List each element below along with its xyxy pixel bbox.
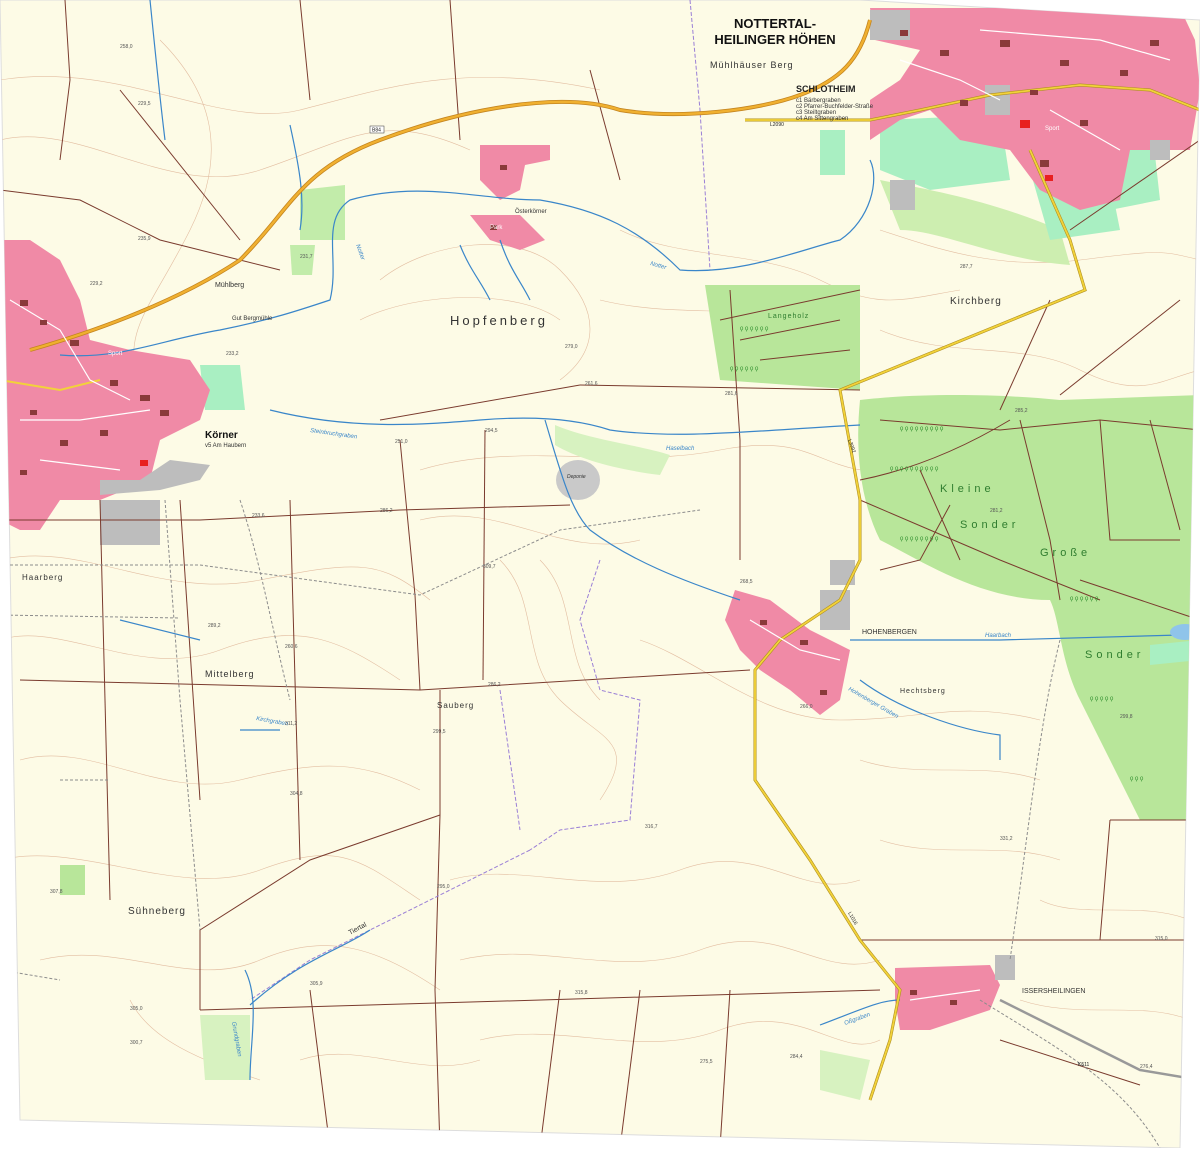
- label-kirchberg: Kirchberg: [950, 296, 1002, 307]
- elevation-point: 229,2: [90, 281, 103, 287]
- road-number-b84: B84: [372, 128, 381, 134]
- elevation-point: 304,8: [290, 791, 303, 797]
- svg-text:ϙ ϙ ϙ ϙ ϙ ϙ: ϙ ϙ ϙ ϙ ϙ ϙ: [730, 366, 759, 372]
- elevation-point: 294,5: [485, 428, 498, 434]
- region-title-line1: NOTTERTAL-: [734, 16, 816, 31]
- label-issersheilingen[interactable]: ISSERSHEILINGEN: [1022, 988, 1085, 995]
- pond: [1170, 624, 1200, 640]
- label-gut-bergmuhle: Gut Bergmühle: [232, 316, 273, 322]
- label-hopfenberg: Hopfenberg: [450, 313, 548, 328]
- road-number-k511: K511: [1078, 1062, 1090, 1068]
- elevation-point: 286,2: [380, 508, 393, 514]
- elevation-point: 229,5: [138, 101, 151, 107]
- elevation-point: 331,2: [1000, 836, 1013, 842]
- elevation-point: 266,0: [800, 704, 813, 710]
- elevation-point: 305,0: [130, 1006, 143, 1012]
- label-haselbach: Haselbach: [666, 446, 695, 452]
- elevation-point: 299,8: [1120, 714, 1133, 720]
- elevation-point: 251,0: [395, 439, 408, 445]
- label-kleine: Kleine: [940, 483, 995, 495]
- label-muhlhauser-berg: Mühlhäuser Berg: [710, 60, 794, 70]
- elevation-point: 233,6: [252, 513, 265, 519]
- region-title-line2: HEILINGER HÖHEN: [714, 32, 835, 47]
- label-grosse: Große: [1040, 547, 1091, 559]
- elevation-point: 289,2: [208, 623, 221, 629]
- elevation-point: 295,0: [437, 884, 450, 890]
- elevation-point: 281,6: [725, 391, 738, 397]
- label-sport-schlotheim: Sport: [1045, 126, 1060, 132]
- elevation-point: 261,6: [585, 381, 598, 387]
- label-sonder-1: Sonder: [960, 519, 1019, 531]
- label-hechtsberg: Hechtsberg: [900, 688, 946, 695]
- elevation-point: 268,5: [740, 579, 753, 585]
- elevation-point: 286,2: [488, 682, 501, 688]
- svg-text:ϙ ϙ ϙ ϙ ϙ ϙ: ϙ ϙ ϙ ϙ ϙ ϙ: [740, 326, 769, 332]
- label-mittelberg: Mittelberg: [205, 669, 255, 679]
- elevation-point: 315,0: [1155, 936, 1168, 942]
- elevation-point: 316,7: [645, 824, 658, 830]
- elevation-point: 275,5: [700, 1059, 713, 1065]
- elevation-point: 233,2: [226, 351, 239, 357]
- elevation-point: 315,8: [575, 990, 588, 996]
- label-sonder-2: Sonder: [1085, 649, 1144, 661]
- elevation-point: 300,7: [130, 1040, 143, 1046]
- elevation-point: 311,2: [285, 721, 297, 727]
- svg-text:ϙ ϙ ϙ ϙ ϙ ϙ ϙ ϙ: ϙ ϙ ϙ ϙ ϙ ϙ ϙ ϙ: [900, 536, 939, 542]
- svg-text:ϙ ϙ ϙ ϙ ϙ ϙ: ϙ ϙ ϙ ϙ ϙ ϙ: [1070, 596, 1099, 602]
- label-suhneberg: Sühneberg: [128, 906, 186, 917]
- elevation-point: 305,9: [310, 981, 323, 987]
- map-canvas[interactable]: ϙ ϙ ϙ ϙ ϙ ϙ ϙ ϙ ϙ ϙ ϙ ϙ ϙ ϙ ϙ ϙ ϙ ϙ ϙ ϙ …: [0, 0, 1200, 1149]
- elevation-point: 260,6: [285, 644, 298, 650]
- label-schlotheim[interactable]: SCHLOTHEIM: [796, 84, 856, 94]
- elevation-point: 307,8: [50, 889, 63, 895]
- schlotheim-note-4: c4 Am Sittengraben: [796, 116, 848, 122]
- svg-text:ϙ ϙ ϙ ϙ ϙ ϙ ϙ ϙ ϙ: ϙ ϙ ϙ ϙ ϙ ϙ ϙ ϙ ϙ: [900, 426, 944, 432]
- label-sport-korner: Sport: [108, 351, 123, 357]
- label-muhlberg: Mühlberg: [215, 282, 244, 289]
- label-deponie: Deponie: [567, 474, 586, 480]
- elevation-point: 309,7: [483, 564, 496, 570]
- elevation-point: 258,0: [120, 44, 133, 50]
- elevation-point: 287,7: [960, 264, 973, 270]
- svg-text:ϙ ϙ ϙ: ϙ ϙ ϙ: [1130, 776, 1144, 782]
- elevation-point: 281,2: [990, 508, 1003, 514]
- elevation-point: 299,5: [433, 729, 446, 735]
- label-sauberg: Sauberg: [437, 701, 474, 710]
- label-osterkorner[interactable]: Österkörner: [515, 208, 547, 215]
- svg-text:ϙ ϙ ϙ ϙ ϙ: ϙ ϙ ϙ ϙ ϙ: [1090, 696, 1114, 702]
- svg-text:ϙ ϙ ϙ ϙ ϙ ϙ ϙ ϙ ϙ ϙ: ϙ ϙ ϙ ϙ ϙ ϙ ϙ ϙ ϙ ϙ: [890, 466, 939, 472]
- elevation-point: 279,0: [565, 344, 578, 350]
- label-haarbach: Haarbach: [985, 633, 1012, 639]
- label-korner[interactable]: Körner: [205, 430, 238, 441]
- label-hohenbergen[interactable]: HOHENBERGEN: [862, 629, 917, 636]
- label-park: Park: [490, 225, 503, 231]
- elevation-point: 276,4: [1140, 1064, 1153, 1070]
- elevation-point: 284,4: [790, 1054, 803, 1060]
- elevation-point: 231,7: [300, 254, 313, 260]
- label-korner-sub: v5 Am Haubern: [205, 443, 246, 449]
- elevation-point: 285,2: [1015, 408, 1028, 414]
- topographic-map[interactable]: ϙ ϙ ϙ ϙ ϙ ϙ ϙ ϙ ϙ ϙ ϙ ϙ ϙ ϙ ϙ ϙ ϙ ϙ ϙ ϙ …: [0, 0, 1200, 1149]
- label-haarberg: Haarberg: [22, 573, 63, 582]
- label-langeholz: Langeholz: [768, 313, 809, 320]
- road-number-l2090: L2090: [770, 122, 784, 128]
- elevation-point: 235,9: [138, 236, 151, 242]
